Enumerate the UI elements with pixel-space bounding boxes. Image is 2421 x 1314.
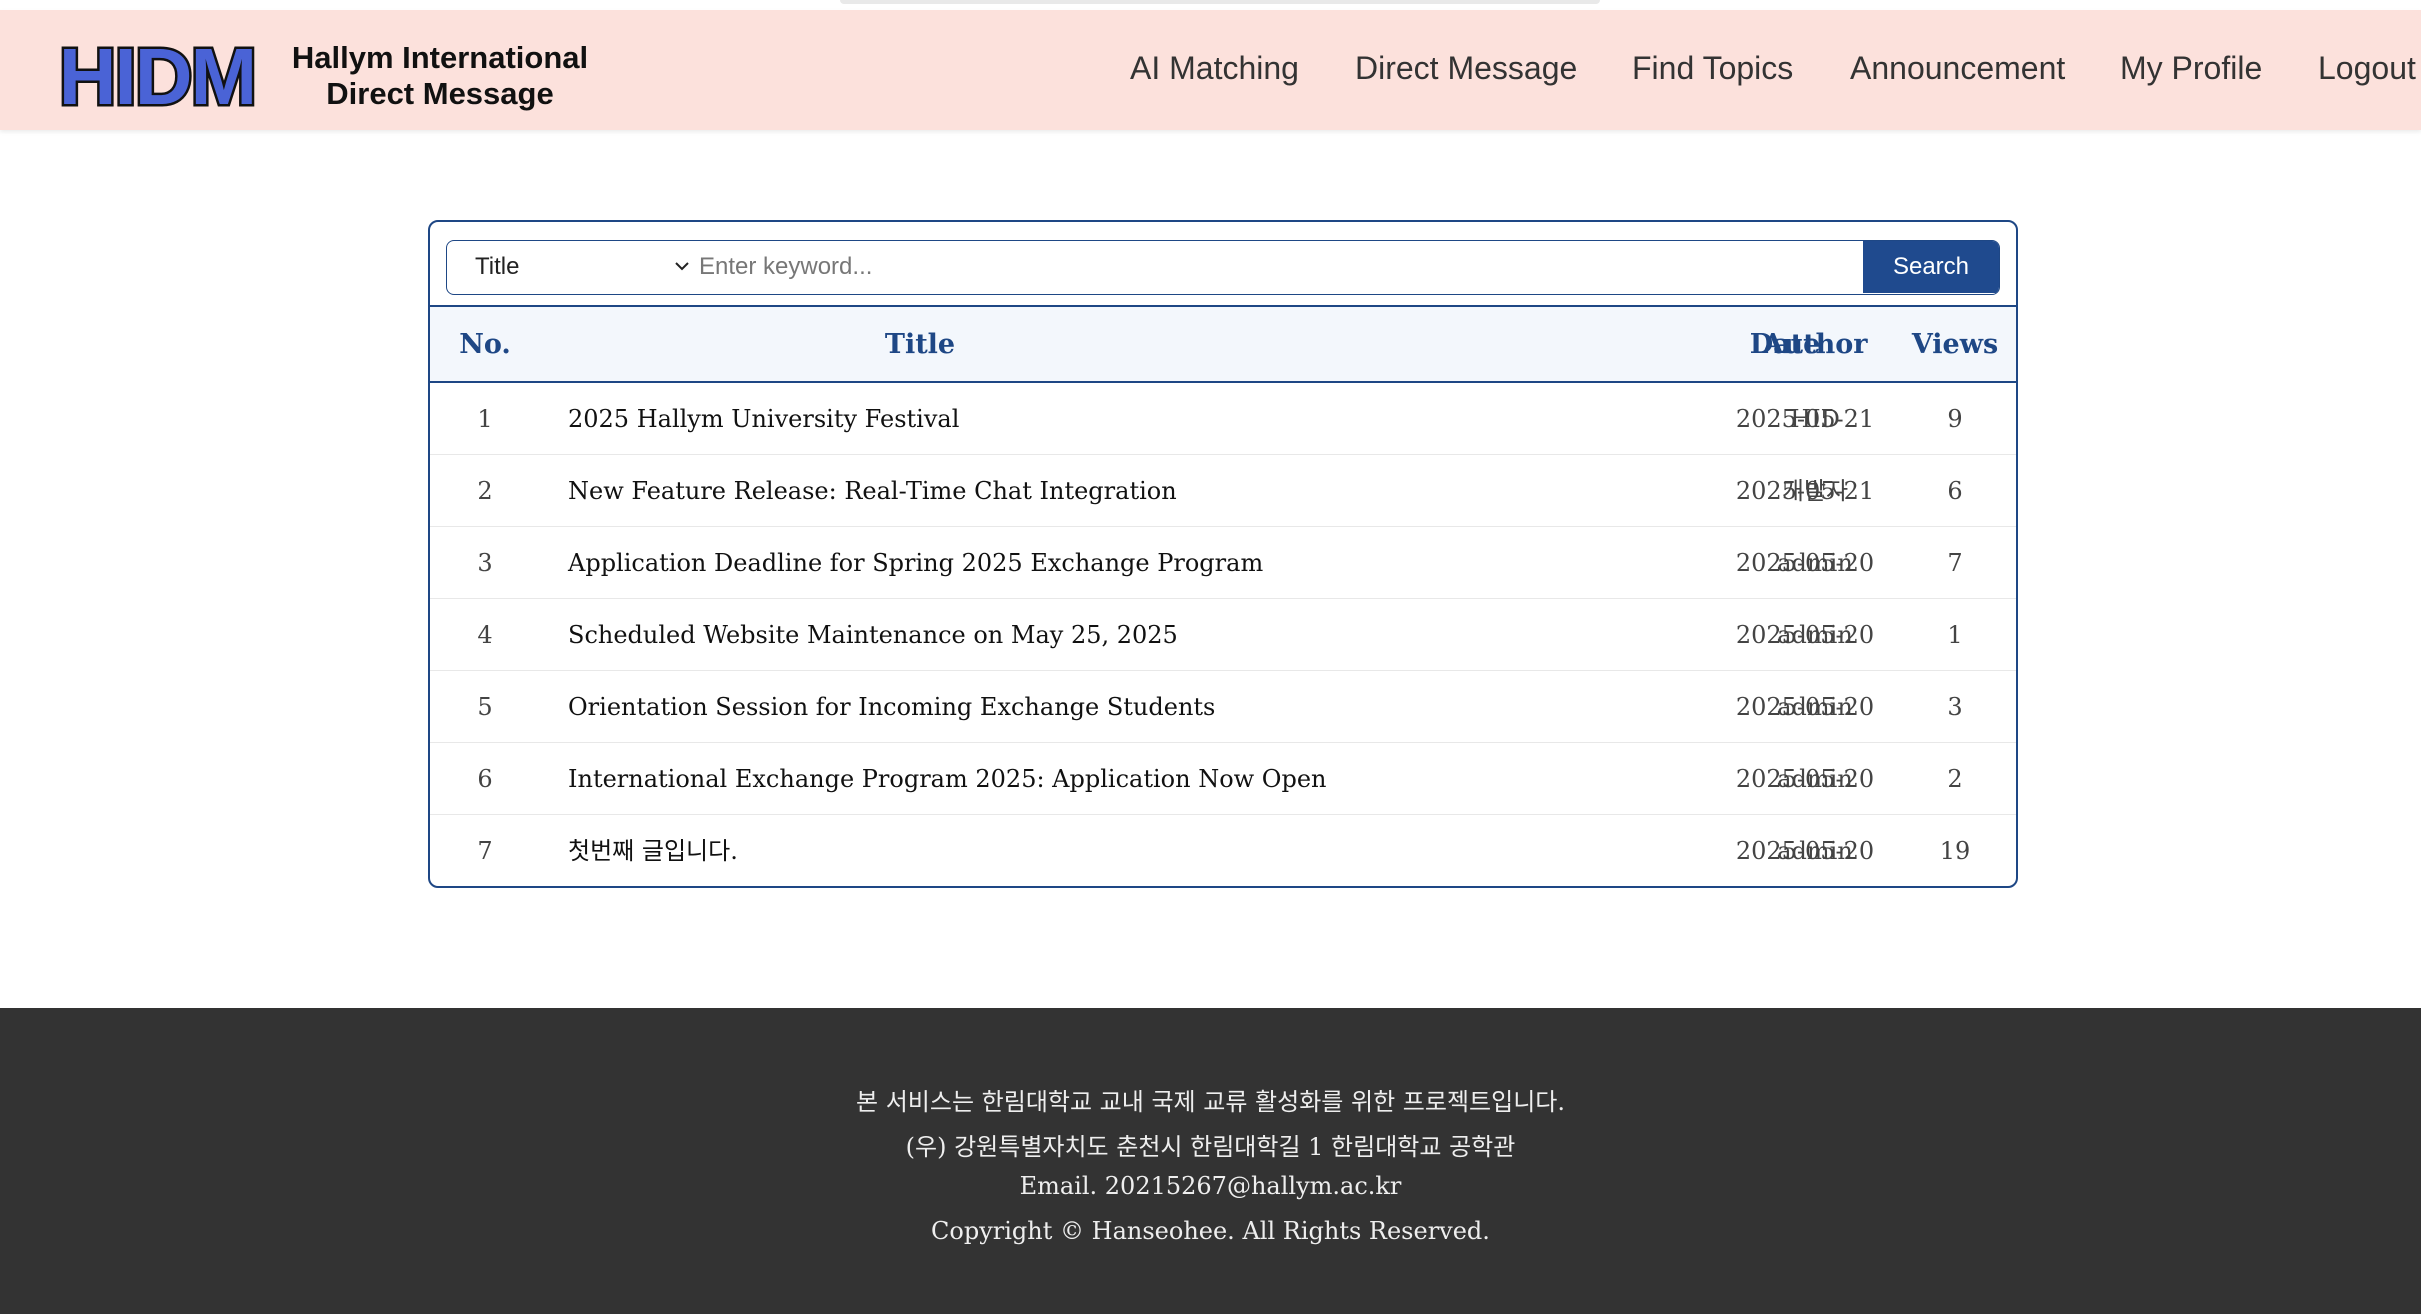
cell-date: 2025-05-20 — [1735, 765, 1875, 793]
cell-views: 1 — [1947, 621, 1963, 649]
cell-title[interactable]: Application Deadline for Spring 2025 Exc… — [568, 527, 1468, 599]
announcement-board: Title Search No. Title Author Date Views… — [428, 220, 2018, 888]
search-button[interactable]: Search — [1863, 241, 1999, 293]
nav-announcement[interactable]: Announcement — [1850, 50, 2065, 87]
cell-date: 2025-05-20 — [1735, 621, 1875, 649]
nav-find-topics[interactable]: Find Topics — [1632, 50, 1793, 87]
search-bar: Title Search — [446, 240, 2000, 295]
cell-no: 4 — [477, 621, 493, 649]
cell-title[interactable]: 2025 Hallym University Festival — [568, 383, 1468, 455]
cell-no: 6 — [477, 765, 493, 793]
cell-views: 19 — [1939, 837, 1971, 865]
footer-email: Email. 20215267@hallym.ac.kr — [1019, 1172, 1402, 1200]
top-strip — [840, 0, 1600, 4]
cell-title[interactable]: Orientation Session for Incoming Exchang… — [568, 671, 1468, 743]
footer-address: (우) 강원특별자치도 춘천시 한림대학길 1 한림대학교 공학관 — [905, 1133, 1516, 1161]
chevron-down-icon[interactable] — [675, 261, 689, 271]
cell-no: 7 — [477, 837, 493, 865]
cell-title[interactable]: New Feature Release: Real-Time Chat Inte… — [568, 455, 1468, 527]
cell-date: 2025-05-21 — [1735, 477, 1875, 505]
cell-views: 6 — [1947, 477, 1963, 505]
site-header: HIDM Hallym International Direct Message… — [0, 10, 2421, 130]
footer-copyright: Copyright © Hanseohee. All Rights Reserv… — [931, 1217, 1490, 1245]
nav-logout[interactable]: Logout — [2318, 50, 2416, 87]
cell-title[interactable]: International Exchange Program 2025: App… — [568, 743, 1468, 815]
table-row[interactable]: 1 2025 Hallym University Festival HID 20… — [430, 383, 2016, 455]
cell-no: 2 — [477, 477, 493, 505]
cell-title[interactable]: 첫번째 글입니다. — [568, 815, 1468, 886]
footer-project-description: 본 서비스는 한림대학교 교내 국제 교류 활성화를 위한 프로젝트입니다. — [856, 1088, 1565, 1116]
announcement-table: No. Title Author Date Views 1 2025 Hally… — [430, 305, 2016, 886]
header-views: Views — [1911, 329, 1999, 360]
table-row[interactable]: 7 첫번째 글입니다. admin 2025-05-20 19 — [430, 815, 2016, 886]
cell-date: 2025-05-20 — [1735, 693, 1875, 721]
header-title: Title — [884, 329, 956, 360]
cell-views: 2 — [1947, 765, 1963, 793]
table-body: 1 2025 Hallym University Festival HID 20… — [430, 383, 2016, 886]
table-row[interactable]: 5 Orientation Session for Incoming Excha… — [430, 671, 2016, 743]
table-row[interactable]: 6 International Exchange Program 2025: A… — [430, 743, 2016, 815]
cell-no: 1 — [477, 405, 493, 433]
cell-no: 5 — [477, 693, 493, 721]
site-footer: 본 서비스는 한림대학교 교내 국제 교류 활성화를 위한 프로젝트입니다. (… — [0, 1008, 2421, 1314]
search-field-select[interactable]: Title — [447, 241, 687, 293]
nav-my-profile[interactable]: My Profile — [2120, 50, 2262, 87]
cell-title[interactable]: Scheduled Website Maintenance on May 25,… — [568, 599, 1468, 671]
header-date: Date — [1749, 329, 1821, 360]
table-header: No. Title Author Date Views — [430, 305, 2016, 383]
search-input[interactable] — [699, 241, 1699, 293]
cell-no: 3 — [477, 549, 493, 577]
cell-views: 7 — [1947, 549, 1963, 577]
nav-direct-message[interactable]: Direct Message — [1355, 50, 1577, 87]
header-no: No. — [459, 329, 511, 360]
main-nav: AI Matching Direct Message Find Topics A… — [0, 10, 2421, 130]
cell-date: 2025-05-21 — [1735, 405, 1875, 433]
nav-ai-matching[interactable]: AI Matching — [1130, 50, 1299, 87]
table-row[interactable]: 4 Scheduled Website Maintenance on May 2… — [430, 599, 2016, 671]
cell-views: 3 — [1947, 693, 1963, 721]
cell-views: 9 — [1947, 405, 1963, 433]
cell-date: 2025-05-20 — [1735, 837, 1875, 865]
table-row[interactable]: 3 Application Deadline for Spring 2025 E… — [430, 527, 2016, 599]
table-row[interactable]: 2 New Feature Release: Real-Time Chat In… — [430, 455, 2016, 527]
cell-date: 2025-05-20 — [1735, 549, 1875, 577]
